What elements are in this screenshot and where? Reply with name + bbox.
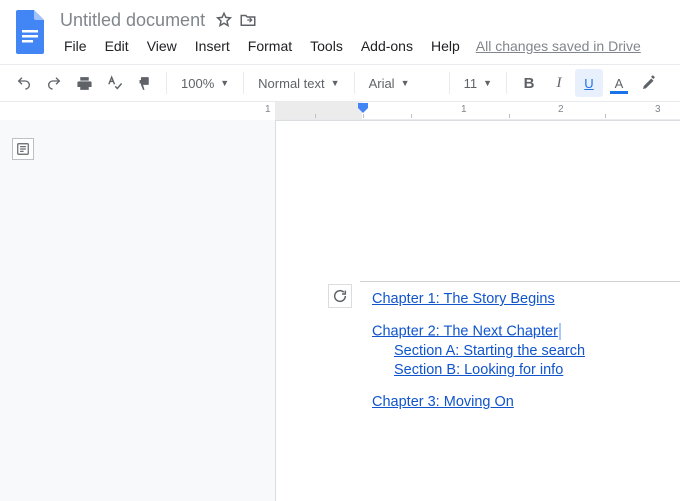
separator bbox=[243, 72, 244, 94]
app-root: Untitled document File Edit View In bbox=[0, 0, 680, 501]
menu-view[interactable]: View bbox=[139, 34, 185, 58]
font-size-value: 11 bbox=[464, 76, 478, 91]
document-page[interactable]: Chapter 1: The Story Begins Chapter 2: T… bbox=[275, 120, 680, 501]
left-gutter bbox=[0, 120, 46, 501]
workspace: Chapter 1: The Story Begins Chapter 2: T… bbox=[0, 120, 680, 501]
font-value: Arial bbox=[369, 76, 395, 91]
toc-link-chapter-3[interactable]: Chapter 3: Moving On bbox=[372, 394, 514, 410]
ruler-number: 1 bbox=[461, 104, 467, 115]
paragraph-style-select[interactable]: Normal text ▼ bbox=[252, 69, 345, 97]
ruler-number: 2 bbox=[558, 104, 564, 115]
ruler-number: 1 bbox=[265, 104, 271, 115]
page-area[interactable]: Chapter 1: The Story Begins Chapter 2: T… bbox=[46, 120, 680, 501]
toc-link-section-a[interactable]: Section A: Starting the search bbox=[394, 343, 585, 359]
italic-button[interactable]: I bbox=[545, 69, 573, 97]
separator bbox=[449, 72, 450, 94]
toolbar: 100% ▼ Normal text ▼ Arial ▼ 11 ▼ B I U … bbox=[0, 64, 680, 102]
title-area: Untitled document File Edit View In bbox=[56, 8, 668, 58]
toc-link-chapter-2[interactable]: Chapter 2: The Next Chapter bbox=[372, 323, 558, 339]
zoom-value: 100% bbox=[181, 76, 214, 91]
show-outline-button[interactable] bbox=[12, 138, 34, 160]
document-title[interactable]: Untitled document bbox=[56, 8, 209, 33]
menu-insert[interactable]: Insert bbox=[187, 34, 238, 58]
chevron-down-icon: ▼ bbox=[483, 78, 492, 88]
star-icon[interactable] bbox=[215, 11, 233, 29]
horizontal-ruler[interactable]: 1 1 2 3 bbox=[275, 102, 680, 120]
separator bbox=[506, 72, 507, 94]
save-status[interactable]: All changes saved in Drive bbox=[476, 38, 641, 54]
chevron-down-icon: ▼ bbox=[331, 78, 340, 88]
toc-link-chapter-1[interactable]: Chapter 1: The Story Begins bbox=[372, 291, 555, 307]
paint-format-button[interactable] bbox=[130, 69, 158, 97]
menu-bar: File Edit View Insert Format Tools Add-o… bbox=[56, 34, 668, 58]
toc-refresh-button[interactable] bbox=[328, 284, 352, 308]
text-cursor bbox=[559, 323, 561, 340]
chevron-down-icon: ▼ bbox=[220, 78, 229, 88]
bold-button[interactable]: B bbox=[515, 69, 543, 97]
menu-file[interactable]: File bbox=[56, 34, 95, 58]
left-indent-marker[interactable] bbox=[357, 102, 369, 118]
move-to-folder-icon[interactable] bbox=[239, 11, 257, 29]
header: Untitled document File Edit View In bbox=[0, 0, 680, 58]
separator bbox=[166, 72, 167, 94]
chevron-down-icon: ▼ bbox=[401, 78, 410, 88]
redo-button[interactable] bbox=[40, 69, 68, 97]
font-select[interactable]: Arial ▼ bbox=[363, 69, 441, 97]
menu-format[interactable]: Format bbox=[240, 34, 300, 58]
separator bbox=[354, 72, 355, 94]
toc-link-section-b[interactable]: Section B: Looking for info bbox=[394, 362, 563, 378]
ruler-number: 3 bbox=[655, 104, 661, 115]
menu-tools[interactable]: Tools bbox=[302, 34, 351, 58]
print-button[interactable] bbox=[70, 69, 98, 97]
menu-help[interactable]: Help bbox=[423, 34, 468, 58]
undo-button[interactable] bbox=[10, 69, 38, 97]
table-of-contents[interactable]: Chapter 1: The Story Begins Chapter 2: T… bbox=[360, 281, 680, 421]
font-size-select[interactable]: 11 ▼ bbox=[458, 69, 498, 97]
underline-button[interactable]: U bbox=[575, 69, 603, 97]
highlight-color-button[interactable] bbox=[635, 69, 663, 97]
zoom-select[interactable]: 100% ▼ bbox=[175, 69, 235, 97]
text-color-button[interactable]: A bbox=[605, 69, 633, 97]
spellcheck-button[interactable] bbox=[100, 69, 128, 97]
docs-logo-icon[interactable] bbox=[12, 8, 48, 56]
menu-edit[interactable]: Edit bbox=[97, 34, 137, 58]
ruler-row: 1 1 2 3 bbox=[0, 102, 680, 120]
style-value: Normal text bbox=[258, 76, 324, 91]
menu-addons[interactable]: Add-ons bbox=[353, 34, 421, 58]
